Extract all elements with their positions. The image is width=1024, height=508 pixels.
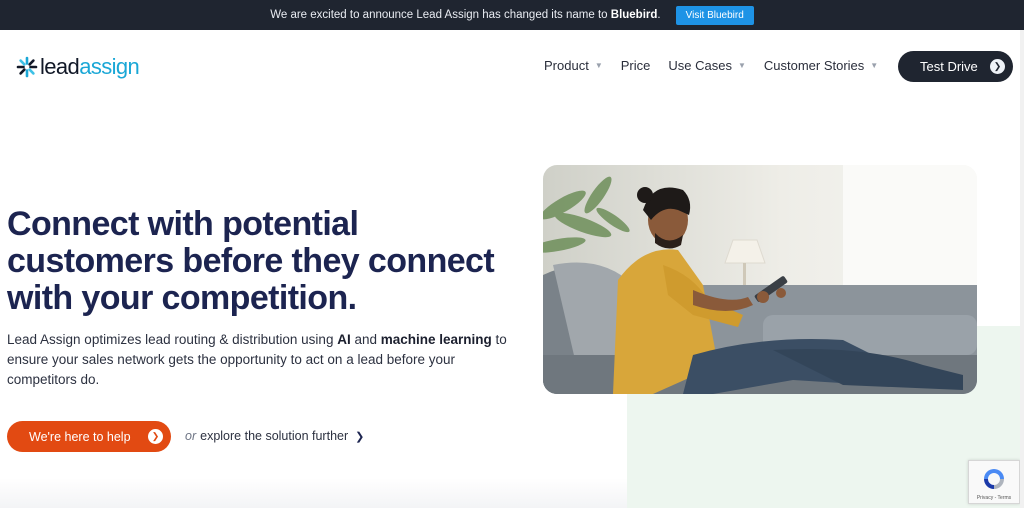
chevron-down-icon: ▼ [594, 61, 603, 70]
hero-description: Lead Assign optimizes lead routing & dis… [7, 330, 507, 390]
test-drive-label: Test Drive [920, 59, 978, 74]
nav-customer-stories[interactable]: Customer Stories ▼ [764, 58, 878, 73]
hero-desc-and: and [350, 332, 381, 347]
announcement-prefix: We are excited to announce Lead Assign h… [270, 9, 608, 21]
visit-bluebird-button[interactable]: Visit Bluebird [675, 5, 754, 25]
help-cta-label: We're here to help [29, 429, 131, 444]
hero-desc-ai: AI [337, 332, 351, 347]
explore-link[interactable]: or explore the solution further ❯ [185, 429, 364, 443]
recaptcha-text: Privacy - Terms [976, 495, 1012, 501]
arrow-right-circle-icon: ❯ [148, 429, 163, 444]
chevron-down-icon: ▼ [870, 61, 879, 70]
lead-assign-logo[interactable]: lead assign [16, 54, 140, 79]
main-nav: Product ▼ Price Use Cases ▼ Customer Sto… [544, 58, 896, 73]
hero-title: Connect with potential customers before … [7, 205, 495, 317]
announcement-text: We are excited to announce Lead Assign h… [270, 9, 660, 21]
nav-product-label: Product [544, 58, 589, 73]
nav-price[interactable]: Price [621, 58, 651, 73]
nav-use-cases-label: Use Cases [668, 58, 732, 73]
nav-product[interactable]: Product ▼ [544, 58, 603, 73]
nav-use-cases[interactable]: Use Cases ▼ [668, 58, 746, 73]
section-divider-shadow [0, 478, 627, 508]
chevron-down-icon: ▼ [737, 61, 746, 70]
explore-or: or [185, 429, 197, 443]
announcement-suffix: . [657, 9, 661, 21]
recaptcha-badge[interactable]: Privacy - Terms [968, 460, 1020, 504]
hero-photo [543, 165, 977, 394]
announcement-brand: Bluebird [610, 9, 658, 21]
arrow-right-circle-icon: ❯ [990, 59, 1005, 74]
logo-word-assign: assign [79, 54, 140, 79]
explore-label: explore the solution further [200, 429, 349, 443]
hero-desc-ml: machine learning [380, 332, 492, 347]
announcement-bar: We are excited to announce Lead Assign h… [0, 0, 1024, 30]
site-header: lead assign Product ▼ Price Use Cases ▼ C… [0, 30, 1020, 102]
page-scrollbar[interactable] [1020, 30, 1024, 508]
asterisk-logo-icon [16, 56, 38, 78]
nav-price-label: Price [620, 58, 651, 73]
nav-customer-stories-label: Customer Stories [763, 58, 865, 73]
logo-word-lead: lead [40, 54, 80, 79]
chevron-right-icon: ❯ [355, 430, 365, 443]
recaptcha-icon [984, 469, 1004, 489]
help-cta-button[interactable]: We're here to help ❯ [7, 421, 171, 452]
man-with-tablet-on-sofa-illustration [543, 165, 977, 394]
hero-desc-part1: Lead Assign optimizes lead routing & dis… [7, 332, 338, 347]
test-drive-button[interactable]: Test Drive ❯ [898, 51, 1013, 82]
